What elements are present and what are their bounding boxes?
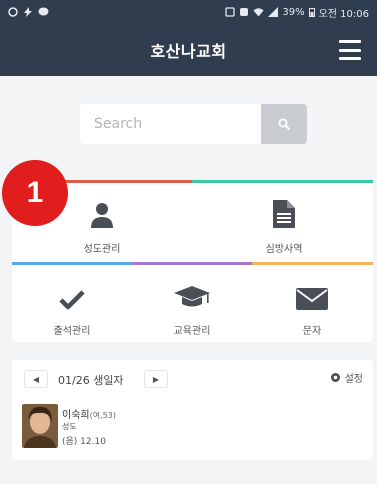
signal-icon: [268, 7, 279, 17]
search-button[interactable]: [261, 104, 307, 144]
battery-icon: [308, 8, 315, 17]
menu-item-attendance[interactable]: 출석관리: [22, 278, 122, 337]
person-name[interactable]: 이숙희(여,53): [62, 406, 116, 421]
row-separator-segment: [252, 262, 373, 265]
row-separator-segment: [132, 262, 252, 265]
settings-label: 설정: [344, 374, 363, 385]
prev-day-button[interactable]: ◀: [24, 370, 48, 388]
lightning-icon: [24, 7, 32, 17]
menu-item-message[interactable]: 문자: [262, 278, 362, 337]
menu-grid: 성도관리 심방사역 출석관리 교육관리 문자: [12, 180, 373, 342]
step-number-badge: 1: [2, 160, 68, 226]
sync-icon: [8, 7, 18, 17]
alarm-icon: [240, 8, 249, 16]
menu-item-member-management[interactable]: 성도관리: [52, 196, 152, 255]
status-right-icons: 39% 오전 10:06: [225, 5, 369, 20]
person-role: 성도: [62, 422, 77, 431]
person-birthday: (음) 12.10: [62, 437, 106, 447]
checkmark-icon: [59, 290, 85, 310]
app-title: 호산나교회: [150, 42, 227, 61]
avatar-photo: [22, 404, 58, 448]
search-icon: [278, 118, 290, 130]
menu-item-visitation[interactable]: 심방사역: [234, 196, 334, 255]
battery-level: 39%: [282, 6, 305, 18]
avatar[interactable]: [22, 404, 58, 448]
next-day-button[interactable]: ▶: [144, 370, 168, 388]
menu-item-education[interactable]: 교육관리: [142, 278, 242, 337]
status-left-icons: [8, 7, 49, 17]
menu-item-label: 출석관리: [53, 326, 91, 337]
person-meta: (여,53): [89, 411, 116, 420]
birthday-card: ◀ 01/26 생일자 ▶ 설정 이숙희(여,53) 성도 (음) 12.10: [12, 360, 373, 460]
envelope-icon: [296, 288, 328, 310]
search-bar: [80, 104, 307, 144]
birthday-date-label: 01/26 생일자: [58, 374, 124, 387]
graduation-cap-icon: [174, 286, 210, 307]
document-icon: [273, 200, 295, 228]
top-line-segment: [192, 180, 373, 183]
gear-icon: [330, 373, 340, 382]
row-separator-segment: [12, 262, 132, 265]
menu-item-label: 교육관리: [173, 326, 211, 337]
hamburger-menu-icon[interactable]: [339, 40, 361, 60]
settings-button[interactable]: 설정: [330, 370, 363, 385]
status-bar: 39% 오전 10:06: [0, 0, 377, 24]
menu-item-label: 문자: [302, 326, 322, 337]
app-bar: 호산나교회: [0, 24, 377, 76]
chat-bubble-icon: [38, 7, 49, 16]
clock: 오전 10:06: [318, 8, 369, 20]
nfc-icon: [225, 7, 236, 17]
person-name-text: 이숙희: [62, 410, 90, 421]
menu-item-label: 심방사역: [265, 244, 303, 255]
person-icon: [91, 203, 113, 228]
search-input[interactable]: [80, 104, 261, 144]
menu-item-label: 성도관리: [83, 244, 121, 255]
wifi-icon: [253, 8, 264, 17]
